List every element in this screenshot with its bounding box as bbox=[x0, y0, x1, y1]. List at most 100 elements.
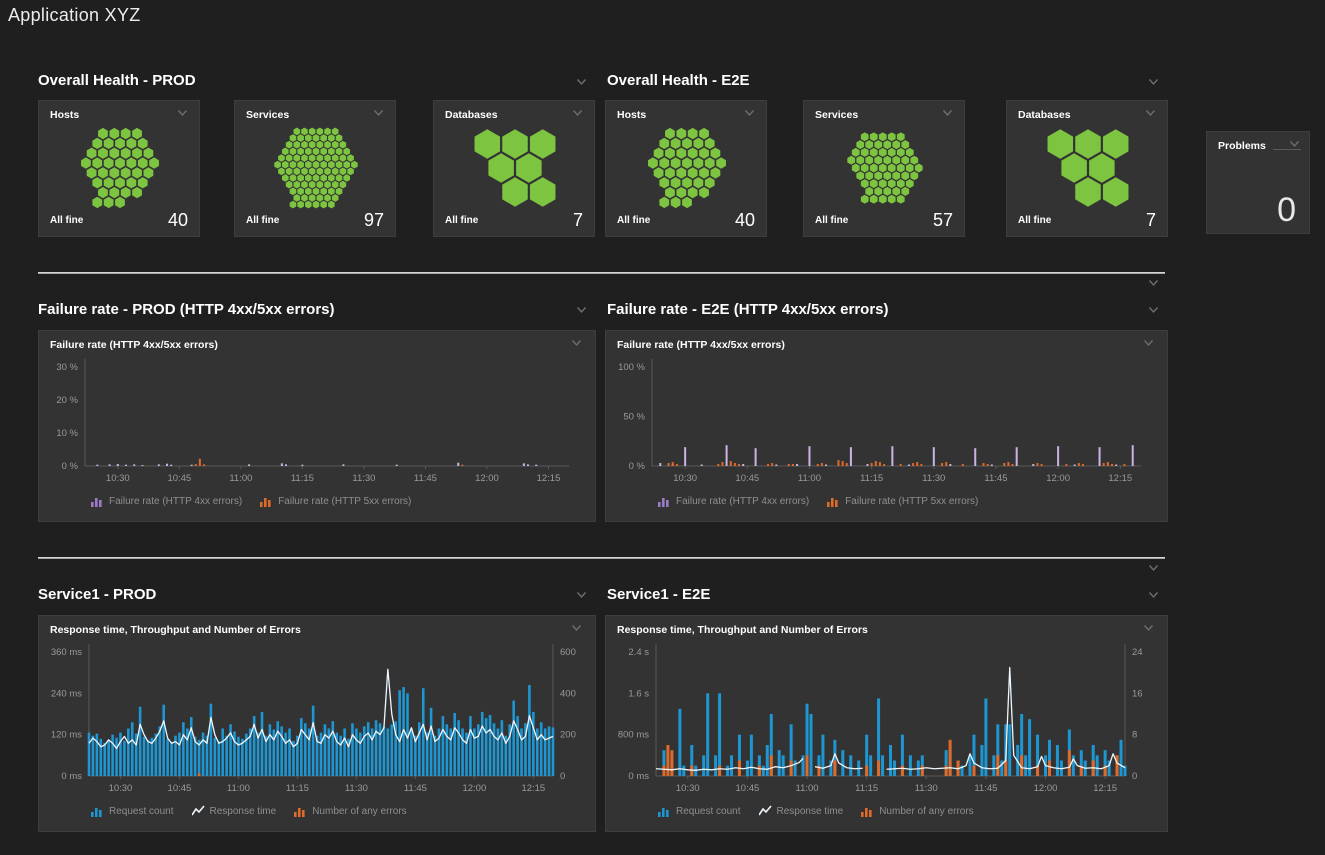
chevron-down-icon[interactable] bbox=[744, 109, 755, 117]
svg-text:12:15: 12:15 bbox=[1108, 473, 1132, 484]
svg-text:10:30: 10:30 bbox=[106, 473, 130, 484]
tile-title: Databases bbox=[1018, 109, 1071, 121]
chevron-down-icon[interactable] bbox=[177, 109, 188, 117]
chevron-down-icon[interactable] bbox=[1145, 109, 1156, 117]
chart-tile-failure-prod[interactable]: Failure rate (HTTP 4xx/5xx errors)0 %10 … bbox=[38, 330, 596, 522]
bars-legend-icon bbox=[260, 495, 273, 507]
chart-tile-failure-e2e[interactable]: Failure rate (HTTP 4xx/5xx errors)0 %50 … bbox=[605, 330, 1168, 522]
bars-legend-icon bbox=[294, 805, 307, 817]
svg-text:11:45: 11:45 bbox=[984, 473, 1007, 484]
chevron-down-icon[interactable] bbox=[1148, 279, 1159, 287]
svg-text:12:00: 12:00 bbox=[475, 473, 499, 484]
svg-text:11:30: 11:30 bbox=[915, 783, 938, 794]
chart-tile-service1-e2e[interactable]: Response time, Throughput and Number of … bbox=[605, 615, 1168, 832]
legend-item[interactable]: Failure rate (HTTP 4xx errors) bbox=[91, 495, 242, 507]
svg-text:10:30: 10:30 bbox=[673, 473, 697, 484]
chart-plot-service1-e2e[interactable]: 0 ms800 ms1.6 s2.4 s08162410:3010:4511:0… bbox=[606, 616, 1167, 831]
legend-label: Response time bbox=[777, 806, 844, 817]
chevron-down-icon[interactable] bbox=[1148, 306, 1159, 314]
chart-tile-service1-prod[interactable]: Response time, Throughput and Number of … bbox=[38, 615, 596, 832]
chevron-down-icon[interactable] bbox=[1148, 591, 1159, 599]
svg-text:600: 600 bbox=[560, 647, 576, 658]
legend-item[interactable]: Response time bbox=[759, 805, 844, 817]
svg-text:10 %: 10 % bbox=[56, 428, 78, 439]
legend-label: Response time bbox=[210, 806, 277, 817]
svg-text:11:00: 11:00 bbox=[227, 783, 250, 794]
chevron-down-icon[interactable] bbox=[576, 306, 587, 314]
svg-text:0 %: 0 % bbox=[629, 461, 646, 472]
svg-text:10:45: 10:45 bbox=[168, 783, 192, 794]
problems-underline bbox=[1273, 149, 1301, 150]
legend-label: Failure rate (HTTP 5xx errors) bbox=[845, 496, 978, 507]
svg-text:12:15: 12:15 bbox=[521, 783, 545, 794]
status-text: All fine bbox=[246, 215, 279, 226]
svg-text:30 %: 30 % bbox=[56, 362, 78, 373]
chevron-down-icon[interactable] bbox=[1289, 140, 1300, 148]
legend-label: Number of any errors bbox=[312, 806, 406, 817]
legend-item[interactable]: Failure rate (HTTP 4xx errors) bbox=[658, 495, 809, 507]
svg-text:20 %: 20 % bbox=[56, 395, 78, 406]
legend-item[interactable]: Failure rate (HTTP 5xx errors) bbox=[260, 495, 411, 507]
legend-label: Failure rate (HTTP 4xx errors) bbox=[109, 496, 242, 507]
hexagon-cluster bbox=[614, 127, 760, 209]
tile-title: Databases bbox=[445, 109, 498, 121]
svg-text:11:15: 11:15 bbox=[855, 783, 878, 794]
bars-legend-icon bbox=[861, 805, 874, 817]
section-divider bbox=[38, 557, 1165, 559]
chart-plot-failure-prod[interactable]: 0 %10 %20 %30 %10:3010:4511:0011:1511:30… bbox=[39, 331, 595, 521]
legend-item[interactable]: Request count bbox=[91, 805, 174, 817]
chart-plot-failure-e2e[interactable]: 0 %50 %100 %10:3010:4511:0011:1511:3011:… bbox=[606, 331, 1167, 521]
section-header-failure-prod: Failure rate - PROD (HTTP 4xx/5xx errors… bbox=[38, 301, 335, 318]
legend-label: Request count bbox=[109, 806, 174, 817]
health-tile-prod-hosts[interactable]: HostsAll fine40 bbox=[38, 100, 200, 237]
health-tile-prod-databases[interactable]: DatabasesAll fine7 bbox=[433, 100, 595, 237]
chevron-down-icon[interactable] bbox=[373, 109, 384, 117]
problems-tile[interactable]: Problems 0 bbox=[1206, 131, 1310, 234]
chart-legend: Request count Response time Number of any … bbox=[658, 805, 974, 817]
tile-title: Problems bbox=[1218, 140, 1266, 152]
health-tile-prod-services[interactable]: ServicesAll fine97 bbox=[234, 100, 396, 237]
legend-item[interactable]: Response time bbox=[192, 805, 277, 817]
chart-legend: Failure rate (HTTP 4xx errors) Failure ra… bbox=[91, 495, 411, 507]
problems-count: 0 bbox=[1277, 191, 1296, 230]
chart-legend: Request count Response time Number of any … bbox=[91, 805, 407, 817]
line-legend-icon bbox=[759, 805, 772, 817]
chevron-down-icon[interactable] bbox=[576, 591, 587, 599]
legend-item[interactable]: Number of any errors bbox=[861, 805, 973, 817]
svg-text:10:45: 10:45 bbox=[736, 783, 760, 794]
health-tile-e2e-hosts[interactable]: HostsAll fine40 bbox=[605, 100, 767, 237]
bars-legend-icon bbox=[827, 495, 840, 507]
legend-label: Number of any errors bbox=[879, 806, 973, 817]
legend-item[interactable]: Request count bbox=[658, 805, 741, 817]
count-text: 40 bbox=[168, 210, 188, 231]
count-text: 97 bbox=[364, 210, 384, 231]
tile-title: Hosts bbox=[50, 109, 79, 121]
chevron-down-icon[interactable] bbox=[572, 109, 583, 117]
chevron-down-icon[interactable] bbox=[942, 109, 953, 117]
svg-text:11:00: 11:00 bbox=[798, 473, 821, 484]
health-tile-e2e-databases[interactable]: DatabasesAll fine7 bbox=[1006, 100, 1168, 237]
svg-text:12:15: 12:15 bbox=[537, 473, 561, 484]
svg-text:100 %: 100 % bbox=[618, 362, 645, 373]
svg-text:12:00: 12:00 bbox=[1046, 473, 1070, 484]
svg-text:11:45: 11:45 bbox=[974, 783, 997, 794]
hexagon-cluster bbox=[47, 127, 193, 209]
dashboard: Application XYZ Overall Health - PROD Ov… bbox=[0, 0, 1325, 855]
svg-text:10:45: 10:45 bbox=[167, 473, 191, 484]
svg-text:0 ms: 0 ms bbox=[628, 771, 649, 782]
chart-plot-service1-prod[interactable]: 0 ms120 ms240 ms360 ms020040060010:3010:… bbox=[39, 616, 595, 831]
tile-title: Services bbox=[815, 109, 858, 121]
hexagon-cluster bbox=[812, 127, 958, 209]
count-text: 7 bbox=[573, 210, 583, 231]
health-tile-e2e-services[interactable]: ServicesAll fine57 bbox=[803, 100, 965, 237]
svg-text:11:45: 11:45 bbox=[404, 783, 427, 794]
legend-item[interactable]: Failure rate (HTTP 5xx errors) bbox=[827, 495, 978, 507]
svg-text:11:45: 11:45 bbox=[414, 473, 437, 484]
legend-item[interactable]: Number of any errors bbox=[294, 805, 406, 817]
chevron-down-icon[interactable] bbox=[576, 78, 587, 86]
chevron-down-icon[interactable] bbox=[1148, 564, 1159, 572]
svg-text:120 ms: 120 ms bbox=[51, 730, 82, 741]
status-text: All fine bbox=[617, 215, 650, 226]
bars-legend-icon bbox=[91, 495, 104, 507]
chevron-down-icon[interactable] bbox=[1148, 78, 1159, 86]
